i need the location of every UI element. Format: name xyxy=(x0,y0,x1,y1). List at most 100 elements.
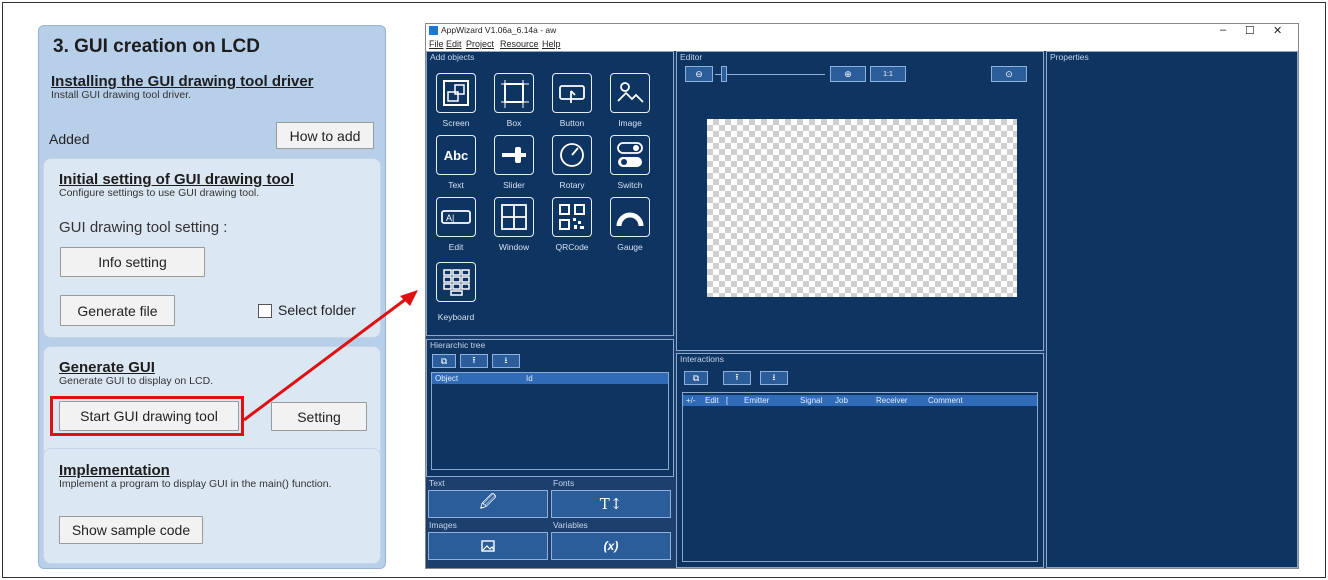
play-button[interactable]: ⊙ xyxy=(991,66,1027,82)
switch-label: Switch xyxy=(617,180,643,190)
box-icon xyxy=(501,80,529,108)
image-icon xyxy=(617,82,644,103)
images-icon xyxy=(481,540,495,552)
edit-tile[interactable]: A| xyxy=(436,197,476,237)
menu-help[interactable]: Help xyxy=(542,39,561,49)
hierarchic-tree-pane: Hierarchic tree ⧉ ⭱ ⭳ Object Id xyxy=(426,339,674,477)
variables-resource-button[interactable]: (x) xyxy=(551,532,671,560)
interaction-add-button[interactable]: ⧉ xyxy=(684,371,708,385)
col-bracket: [ xyxy=(726,396,729,405)
zoom-out-button[interactable]: ⊖ xyxy=(685,66,713,82)
window-title: AppWizard V1.06a_6.14a - aw xyxy=(441,25,557,35)
gauge-tile[interactable] xyxy=(610,197,650,237)
button-icon xyxy=(559,85,585,103)
interaction-up-button[interactable]: ⭱ xyxy=(723,371,751,385)
gauge-label: Gauge xyxy=(617,242,643,252)
menu-bar: File Edit Project Resource Help xyxy=(426,37,1298,51)
window-icon xyxy=(501,204,527,230)
gauge-icon xyxy=(616,212,644,227)
zoom-reset-button[interactable]: 1:1 xyxy=(870,66,906,82)
window-tile[interactable] xyxy=(494,197,534,237)
screen-tile[interactable] xyxy=(436,73,476,113)
svg-text:A|: A| xyxy=(446,213,454,223)
keyboard-label: Keyboard xyxy=(437,312,475,322)
window-label: Window xyxy=(498,242,530,252)
text-icon: Abc xyxy=(443,147,469,163)
menu-resource[interactable]: Resource xyxy=(500,39,539,49)
col-object: Object xyxy=(435,374,459,383)
resources-pane: Text Fonts 🖉 T↕ Images Variables (x) xyxy=(426,478,674,568)
col-job: Job xyxy=(835,396,848,405)
images-resource-button[interactable] xyxy=(428,532,548,560)
tree-table[interactable]: Object Id xyxy=(431,372,669,470)
screen-label: Screen xyxy=(442,118,470,128)
interactions-pane: Interactions ⧉ ⭱ ⭳ +/- Edit [ Emitter Si… xyxy=(676,353,1044,568)
tree-table-header: Object Id xyxy=(432,373,668,384)
properties-header: Properties xyxy=(1050,52,1089,62)
text-tile[interactable]: Abc xyxy=(436,135,476,175)
keyboard-tile[interactable] xyxy=(436,262,476,302)
edit-icon: A| xyxy=(441,210,471,224)
rotary-label: Rotary xyxy=(559,180,585,190)
fonts-icon: T↕ xyxy=(599,495,623,513)
qrcode-tile[interactable] xyxy=(552,197,592,237)
menu-file[interactable]: File xyxy=(429,39,444,49)
zoom-in-icon: ⊕ xyxy=(844,68,852,79)
editor-pane: Editor ⊖ ⊕ 1:1 ⊙ xyxy=(676,51,1044,351)
maximize-icon[interactable]: ☐ xyxy=(1245,24,1255,37)
add-icon: ⧉ xyxy=(440,355,448,366)
title-bar: AppWizard V1.06a_6.14a - aw – ☐ ✕ xyxy=(426,24,1298,37)
zoom-slider-handle[interactable] xyxy=(721,66,727,82)
text-edit-icon: 🖉 xyxy=(479,493,497,511)
fonts-resource-button[interactable]: T↕ xyxy=(551,490,671,518)
zoom-in-button[interactable]: ⊕ xyxy=(830,66,866,82)
zoom-slider-track[interactable] xyxy=(715,74,825,75)
col-signal: Signal xyxy=(800,396,823,405)
images-res-label: Images xyxy=(429,520,457,530)
keyboard-icon xyxy=(443,269,470,296)
col-edit: Edit xyxy=(705,396,719,405)
app-logo-icon xyxy=(429,26,438,35)
play-icon: ⊙ xyxy=(1005,68,1013,79)
rotary-icon xyxy=(560,143,584,167)
menu-edit[interactable]: Edit xyxy=(446,39,462,49)
text-resource-button[interactable]: 🖉 xyxy=(428,490,548,518)
add-icon: ⧉ xyxy=(692,372,700,383)
col-id: Id xyxy=(526,374,533,383)
interactions-table-header: +/- Edit [ Emitter Signal Job Receiver C… xyxy=(683,395,1037,406)
tree-down-button[interactable]: ⭳ xyxy=(492,354,520,368)
properties-pane: Properties xyxy=(1046,51,1298,568)
variables-res-label: Variables xyxy=(553,520,588,530)
arrow-down-icon: ⭳ xyxy=(772,372,776,382)
add-objects-pane: Add objects Screen Box Button Image Abc xyxy=(426,51,674,336)
menu-project[interactable]: Project xyxy=(466,39,494,49)
interaction-down-button[interactable]: ⭳ xyxy=(760,371,788,385)
edit-label: Edit xyxy=(448,242,464,252)
rotary-tile[interactable] xyxy=(552,135,592,175)
arrow-down-icon: ⭳ xyxy=(504,355,508,365)
add-objects-header: Add objects xyxy=(430,52,475,62)
arrow-up-icon: ⭱ xyxy=(735,372,739,382)
image-tile[interactable] xyxy=(610,73,650,113)
close-icon[interactable]: ✕ xyxy=(1273,24,1282,37)
button-tile[interactable] xyxy=(552,73,592,113)
image-label: Image xyxy=(618,118,642,128)
interactions-header: Interactions xyxy=(680,354,724,364)
qrcode-icon xyxy=(559,204,585,230)
tree-add-button[interactable]: ⧉ xyxy=(432,354,456,368)
switch-tile[interactable] xyxy=(610,135,650,175)
editor-canvas[interactable] xyxy=(707,119,1017,297)
text-res-label: Text xyxy=(429,478,445,488)
button-label: Button xyxy=(559,118,585,128)
tree-up-button[interactable]: ⭱ xyxy=(460,354,488,368)
editor-header: Editor xyxy=(680,52,703,62)
interactions-table[interactable]: +/- Edit [ Emitter Signal Job Receiver C… xyxy=(682,392,1038,562)
arrow-up-icon: ⭱ xyxy=(472,355,476,365)
minimize-icon[interactable]: – xyxy=(1220,24,1226,36)
box-tile[interactable] xyxy=(494,73,534,113)
slider-tile[interactable] xyxy=(494,135,534,175)
slider-icon xyxy=(502,147,526,163)
variables-icon: (x) xyxy=(603,539,619,553)
appwizard-window: AppWizard V1.06a_6.14a - aw – ☐ ✕ File E… xyxy=(425,23,1299,569)
col-emitter: Emitter xyxy=(744,396,770,405)
